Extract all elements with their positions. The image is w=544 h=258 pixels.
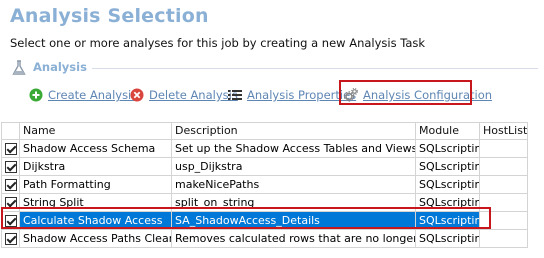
row-checkbox-cell[interactable] [1,157,20,176]
row-checkbox-cell[interactable] [1,139,20,158]
row-name[interactable]: Shadow Access Schema [19,139,172,158]
column-header-checkbox[interactable] [1,122,20,140]
section-divider [92,68,538,69]
delete-analysis-button[interactable]: Delete Analysis [130,86,238,104]
create-analysis-label: Create Analysis [48,88,138,102]
checkbox-checked[interactable] [4,143,17,155]
checkbox-checked[interactable] [4,179,17,191]
row-description[interactable]: makeNicePaths [171,175,416,194]
configuration-highlight-box [339,80,472,105]
list-icon [228,90,242,100]
row-hostlists[interactable] [479,139,528,158]
selected-row-highlight-box [1,207,491,229]
column-header-hostlists[interactable]: HostLists [479,122,528,140]
table-row[interactable]: Shadow Access Schema Set up the Shadow A… [1,139,528,158]
column-header-description[interactable]: Description [171,122,416,140]
column-header-module[interactable]: Module [415,122,480,140]
row-name[interactable]: Path Formatting [19,175,172,194]
row-module[interactable]: SQLscripting [415,157,480,176]
delete-analysis-label: Delete Analysis [149,88,238,102]
row-module[interactable]: SQLscripting [415,175,480,194]
column-header-name[interactable]: Name [19,122,172,140]
table-header-row: Name Description Module HostLists [1,122,528,140]
row-hostlists[interactable] [479,229,528,248]
page-subtitle: Select one or more analyses for this job… [10,36,426,50]
row-checkbox-cell[interactable] [1,175,20,194]
delete-x-icon [130,88,144,102]
analysis-properties-button[interactable]: Analysis Properties [228,86,356,104]
row-hostlists[interactable] [479,157,528,176]
flask-icon [12,60,26,75]
section-label-analysis: Analysis [33,60,87,74]
row-name[interactable]: Dijkstra [19,157,172,176]
analysis-table: Name Description Module HostLists Shadow… [1,122,528,248]
row-checkbox-cell[interactable] [1,229,20,248]
plus-circle-icon [29,88,43,102]
row-module[interactable]: SQLscripting [415,229,480,248]
row-description[interactable]: Removes calculated rows that are no long… [171,229,416,248]
page-title: Analysis Selection [10,5,209,27]
row-hostlists[interactable] [479,175,528,194]
checkbox-checked[interactable] [4,233,17,245]
row-description[interactable]: Set up the Shadow Access Tables and View… [171,139,416,158]
table-row[interactable]: Shadow Access Paths Cleanup Removes calc… [1,229,528,248]
table-row[interactable]: Dijkstra usp_Dijkstra SQLscripting [1,157,528,176]
row-name[interactable]: Shadow Access Paths Cleanup [19,229,172,248]
checkbox-checked[interactable] [4,161,17,173]
create-analysis-button[interactable]: Create Analysis [29,86,137,104]
table-row[interactable]: Path Formatting makeNicePaths SQLscripti… [1,175,528,194]
row-module[interactable]: SQLscripting [415,139,480,158]
row-description[interactable]: usp_Dijkstra [171,157,416,176]
